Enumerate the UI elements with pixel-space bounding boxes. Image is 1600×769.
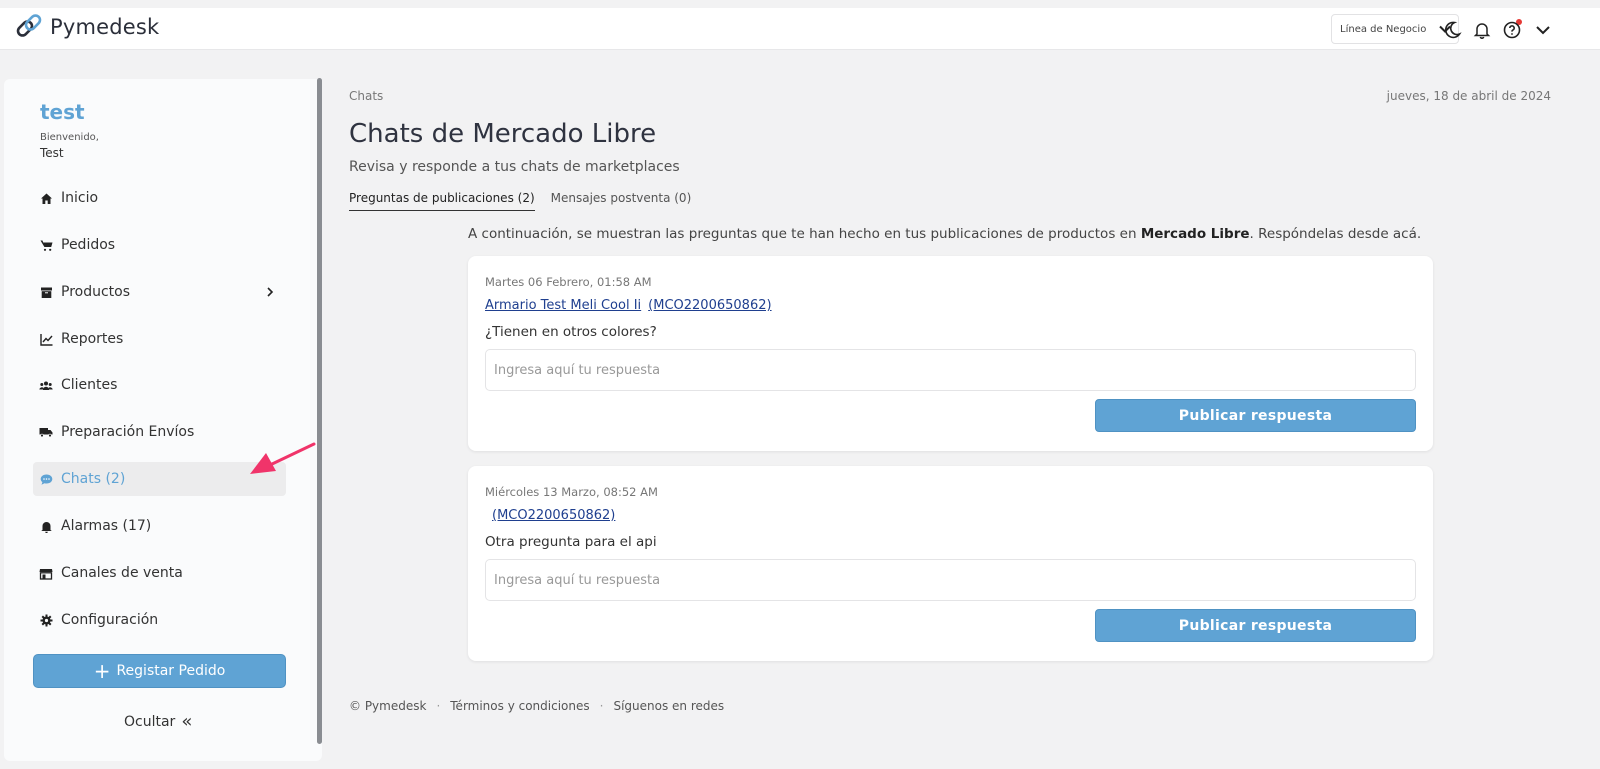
store-icon xyxy=(39,566,53,580)
notifications-bell-icon[interactable] xyxy=(1472,20,1492,40)
sidebar-item-label: Preparación Envíos xyxy=(61,424,195,440)
product-name-link[interactable]: Armario Test Meli Cool Ii xyxy=(485,298,641,313)
chat-tabs: Preguntas de publicaciones (2) Mensajes … xyxy=(349,191,707,211)
sidebar-scrollbar[interactable] xyxy=(317,78,322,744)
product-code-link[interactable]: (MCO2200650862) xyxy=(492,508,615,523)
intro-prefix: A continuación, se muestran las pregunta… xyxy=(468,226,1141,242)
sidebar-item-label: Inicio xyxy=(61,190,99,206)
footer: © Pymedesk · Términos y condiciones · Sí… xyxy=(349,699,724,713)
publish-answer-button[interactable]: Publicar respuesta xyxy=(1095,609,1416,642)
intro-marketplace: Mercado Libre xyxy=(1140,226,1250,242)
page-title: Chats de Mercado Libre xyxy=(349,119,657,149)
logo[interactable]: Pymedesk xyxy=(14,12,159,42)
sidebar-item-label: Reportes xyxy=(61,331,124,347)
sidebar-item-configuracion[interactable]: Configuración xyxy=(33,603,286,637)
business-line-label: Línea de Negocio xyxy=(1340,23,1427,35)
footer-separator: · xyxy=(599,699,604,713)
users-icon xyxy=(39,378,53,392)
sidebar-item-productos[interactable]: Productos xyxy=(33,275,286,309)
sidebar-item-inicio[interactable]: Inicio xyxy=(33,181,286,215)
footer-copyright: © Pymedesk xyxy=(349,699,427,713)
sidebar-item-canales-de-venta[interactable]: Canales de venta xyxy=(33,556,286,590)
sidebar-welcome: Bienvenido, xyxy=(40,132,99,143)
dark-mode-moon-icon[interactable] xyxy=(1442,20,1462,40)
plus-icon: + xyxy=(93,659,111,683)
sidebar-item-label: Alarmas (17) xyxy=(61,518,152,534)
bell-icon xyxy=(39,519,53,533)
question-date: Miércoles 13 Marzo, 08:52 AM xyxy=(485,485,658,499)
chart-line-icon xyxy=(39,332,53,346)
sidebar-item-label: Chats (2) xyxy=(61,471,126,487)
sidebar-item-label: Clientes xyxy=(61,377,118,393)
answer-input[interactable] xyxy=(485,349,1416,391)
product-code-link[interactable]: (MCO2200650862) xyxy=(648,298,771,313)
footer-terms-link[interactable]: Términos y condiciones xyxy=(450,699,589,713)
user-menu-chevron-down-icon[interactable] xyxy=(1533,20,1553,40)
question-card: Martes 06 Febrero, 01:58 AM Armario Test… xyxy=(468,256,1433,451)
sidebar-item-clientes[interactable]: Clientes xyxy=(33,368,286,402)
chevron-right-icon xyxy=(267,287,274,297)
hide-sidebar-label: Ocultar xyxy=(124,713,176,730)
intro-suffix: . Respóndelas desde acá. xyxy=(1249,226,1422,242)
sidebar-item-reportes[interactable]: Reportes xyxy=(33,322,286,356)
question-date: Martes 06 Febrero, 01:58 AM xyxy=(485,275,652,289)
home-icon xyxy=(39,191,53,205)
sidebar-item-label: Configuración xyxy=(61,612,159,628)
pymedesk-logo-icon xyxy=(16,14,42,37)
sidebar-item-pedidos[interactable]: Pedidos xyxy=(33,228,286,262)
sidebar-item-label: Canales de venta xyxy=(61,565,183,581)
question-text: ¿Tienen en otros colores? xyxy=(485,324,657,340)
tab-mensajes-postventa[interactable]: Mensajes postventa (0) xyxy=(551,191,692,211)
sidebar-user-name: test xyxy=(40,100,85,124)
footer-separator: · xyxy=(436,699,441,713)
hide-sidebar-button[interactable]: Ocultar « xyxy=(124,711,192,732)
top-bar: Pymedesk Línea de Negocio xyxy=(0,8,1600,50)
cart-icon xyxy=(39,238,53,252)
chat-icon xyxy=(39,472,53,486)
business-line-select[interactable]: Línea de Negocio xyxy=(1331,14,1459,44)
gear-icon xyxy=(39,613,53,627)
brand-name: Pymedesk xyxy=(50,15,160,39)
sidebar-item-label: Productos xyxy=(61,284,131,300)
footer-social-link[interactable]: Síguenos en redes xyxy=(613,699,724,713)
answer-input[interactable] xyxy=(485,559,1416,601)
question-text: Otra pregunta para el api xyxy=(485,534,657,550)
sidebar-item-label: Pedidos xyxy=(61,237,116,253)
product-link: Armario Test Meli Cool Ii (MCO2200650862… xyxy=(485,298,772,313)
truck-icon xyxy=(39,425,53,439)
question-card: Miércoles 13 Marzo, 08:52 AM (MCO2200650… xyxy=(468,466,1433,661)
register-order-label: Registar Pedido xyxy=(116,663,226,679)
help-question-icon[interactable] xyxy=(1502,20,1522,40)
publish-answer-button[interactable]: Publicar respuesta xyxy=(1095,399,1416,432)
double-chevron-left-icon: « xyxy=(181,711,193,732)
annotation-arrow-icon xyxy=(250,442,316,474)
box-icon xyxy=(39,285,53,299)
product-link: (MCO2200650862) xyxy=(485,508,615,523)
tab-preguntas-publicaciones[interactable]: Preguntas de publicaciones (2) xyxy=(349,191,535,211)
sidebar-user-display: Test xyxy=(40,146,64,160)
current-date: jueves, 18 de abril de 2024 xyxy=(1386,89,1551,103)
breadcrumb: Chats xyxy=(349,89,384,103)
sidebar-item-alarmas[interactable]: Alarmas (17) xyxy=(33,509,286,543)
page-subtitle: Revisa y responde a tus chats de marketp… xyxy=(349,159,680,175)
register-order-button[interactable]: + Registar Pedido xyxy=(33,654,286,688)
intro-text: A continuación, se muestran las pregunta… xyxy=(468,226,1421,242)
